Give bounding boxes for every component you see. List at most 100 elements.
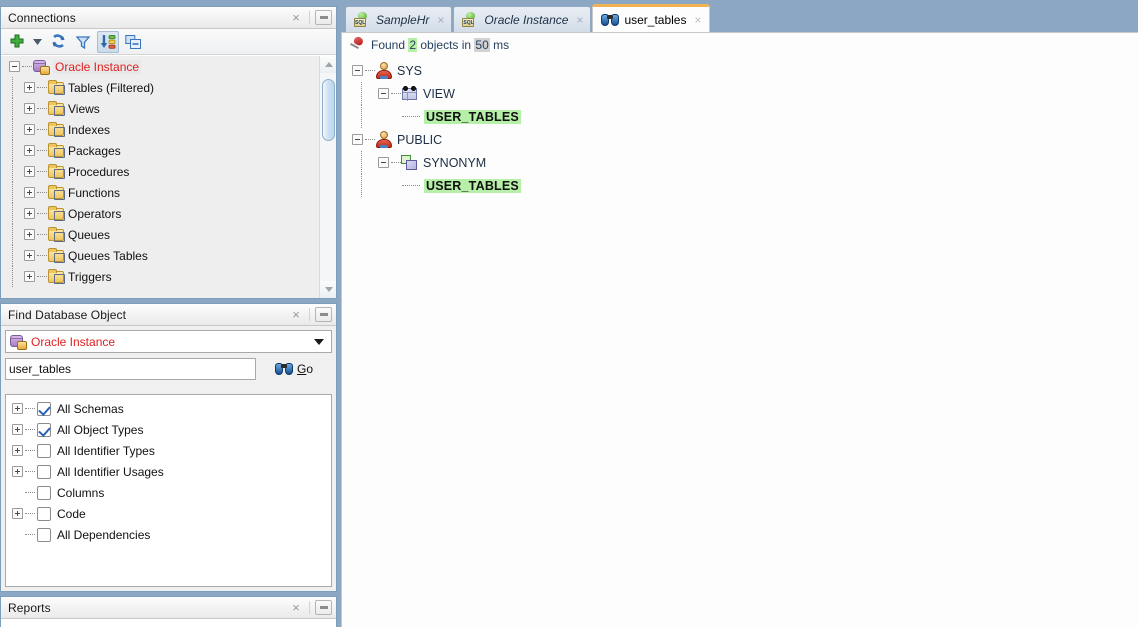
tab-user-tables[interactable]: user_tables× <box>592 4 709 32</box>
tree-node-label: Oracle Instance <box>53 60 141 74</box>
option-row-columns[interactable]: Columns <box>10 482 331 503</box>
close-icon[interactable]: × <box>288 10 304 26</box>
sort-button[interactable] <box>97 31 119 53</box>
close-icon[interactable]: × <box>694 13 701 27</box>
tree-connector <box>365 139 375 140</box>
go-button[interactable]: Go <box>256 358 332 380</box>
expand-toggle[interactable] <box>7 61 22 72</box>
chevron-down-icon[interactable] <box>314 339 324 345</box>
checkbox-all-identifier-types[interactable] <box>37 444 51 458</box>
filter-button[interactable] <box>72 31 94 53</box>
result-type-node[interactable]: VIEW <box>350 82 1138 105</box>
expand-toggle[interactable] <box>10 466 25 477</box>
minimize-icon[interactable] <box>315 10 332 25</box>
search-input[interactable]: user_tables <box>5 358 256 380</box>
result-object-node[interactable]: USER_TABLES <box>350 105 1138 128</box>
checkbox-all-dependencies[interactable] <box>37 528 51 542</box>
refresh-button[interactable] <box>47 31 69 53</box>
new-connection-dropdown[interactable] <box>31 31 44 53</box>
scrollbar-thumb[interactable] <box>322 79 335 141</box>
connections-tree-scrollbar[interactable] <box>319 56 336 298</box>
tree-node-indexes[interactable]: Indexes <box>1 119 319 140</box>
collapse-all-button[interactable] <box>122 31 144 53</box>
close-icon[interactable]: × <box>288 307 304 323</box>
close-icon[interactable]: × <box>437 13 444 27</box>
tree-connector <box>402 185 420 186</box>
expand-toggle[interactable] <box>10 403 25 414</box>
connections-tree[interactable]: Oracle Instance Tables (Filtered)ViewsIn… <box>1 56 336 298</box>
expand-toggle[interactable] <box>22 187 37 198</box>
editor-tab-bar: SQLSampleHr×SQLOracle Instance×user_tabl… <box>341 0 1138 32</box>
expand-toggle[interactable] <box>22 103 37 114</box>
tree-node-procedures[interactable]: Procedures <box>1 161 319 182</box>
expand-toggle[interactable] <box>10 445 25 456</box>
result-schema-node[interactable]: SYS <box>350 59 1138 82</box>
tree-node-operators[interactable]: Operators <box>1 203 319 224</box>
expand-toggle[interactable] <box>22 208 37 219</box>
tree-node-functions[interactable]: Functions <box>1 182 319 203</box>
tab-samplehr[interactable]: SQLSampleHr× <box>345 6 452 32</box>
expand-toggle[interactable] <box>350 65 365 76</box>
search-options-tree[interactable]: All SchemasAll Object TypesAll Identifie… <box>5 394 332 587</box>
expand-toggle[interactable] <box>22 124 37 135</box>
minimize-icon[interactable] <box>315 600 332 615</box>
tree-node-triggers[interactable]: Triggers <box>1 266 319 287</box>
option-row-all-dependencies[interactable]: All Dependencies <box>10 524 331 545</box>
close-icon[interactable]: × <box>576 13 583 27</box>
expand-toggle[interactable] <box>22 145 37 156</box>
queues-tables-folder-icon <box>48 248 65 263</box>
expand-toggle[interactable] <box>350 134 365 145</box>
tree-node-queues[interactable]: Queues <box>1 224 319 245</box>
tree-node-tables-filtered[interactable]: Tables (Filtered) <box>1 77 319 98</box>
tree-node-label: Triggers <box>68 270 112 284</box>
pin-icon[interactable] <box>349 37 366 53</box>
checkbox-all-object-types[interactable] <box>37 423 51 437</box>
checkbox-all-schemas[interactable] <box>37 402 51 416</box>
expand-toggle[interactable] <box>22 250 37 261</box>
tree-connector <box>391 162 401 163</box>
tree-node-views[interactable]: Views <box>1 98 319 119</box>
view-icon <box>401 86 419 101</box>
option-row-code[interactable]: Code <box>10 503 331 524</box>
connection-select[interactable]: Oracle Instance <box>5 330 332 353</box>
expand-toggle[interactable] <box>10 424 25 435</box>
minimize-icon[interactable] <box>315 307 332 322</box>
expand-toggle[interactable] <box>22 271 37 282</box>
result-object-node[interactable]: USER_TABLES <box>350 174 1138 197</box>
expand-toggle[interactable] <box>22 82 37 93</box>
tables-filtered-folder-icon <box>48 80 65 95</box>
tree-node-oracle-instance[interactable]: Oracle Instance <box>1 56 319 77</box>
option-row-all-object-types[interactable]: All Object Types <box>10 419 331 440</box>
find-panel-header: Find Database Object × <box>1 304 336 326</box>
tab-label: Oracle Instance <box>484 13 568 27</box>
scroll-up-icon[interactable] <box>320 56 336 73</box>
expand-toggle[interactable] <box>22 166 37 177</box>
tree-connector <box>37 192 47 193</box>
expand-toggle[interactable] <box>22 229 37 240</box>
new-connection-button[interactable] <box>6 31 28 53</box>
scroll-down-icon[interactable] <box>320 281 336 298</box>
expand-toggle[interactable] <box>376 157 391 168</box>
results-tree[interactable]: SYSVIEWUSER_TABLESPUBLICSYNONYMUSER_TABL… <box>342 57 1138 197</box>
option-row-all-schemas[interactable]: All Schemas <box>10 398 331 419</box>
result-type-label: SYNONYM <box>423 156 486 170</box>
result-schema-node[interactable]: PUBLIC <box>350 128 1138 151</box>
queues-folder-icon <box>48 227 65 242</box>
tree-connector <box>365 70 375 71</box>
tree-connector <box>12 98 13 119</box>
tree-node-queues-tables[interactable]: Queues Tables <box>1 245 319 266</box>
result-type-node[interactable]: SYNONYM <box>350 151 1138 174</box>
tree-connector <box>25 513 35 514</box>
expand-toggle[interactable] <box>376 88 391 99</box>
checkbox-columns[interactable] <box>37 486 51 500</box>
status-count: 2 <box>408 38 417 52</box>
option-row-all-identifier-usages[interactable]: All Identifier Usages <box>10 461 331 482</box>
expand-toggle[interactable] <box>10 508 25 519</box>
divider <box>309 601 310 614</box>
tab-oracle-instance[interactable]: SQLOracle Instance× <box>453 6 591 32</box>
tree-node-packages[interactable]: Packages <box>1 140 319 161</box>
close-icon[interactable]: × <box>288 600 304 616</box>
checkbox-all-identifier-usages[interactable] <box>37 465 51 479</box>
option-row-all-identifier-types[interactable]: All Identifier Types <box>10 440 331 461</box>
checkbox-code[interactable] <box>37 507 51 521</box>
